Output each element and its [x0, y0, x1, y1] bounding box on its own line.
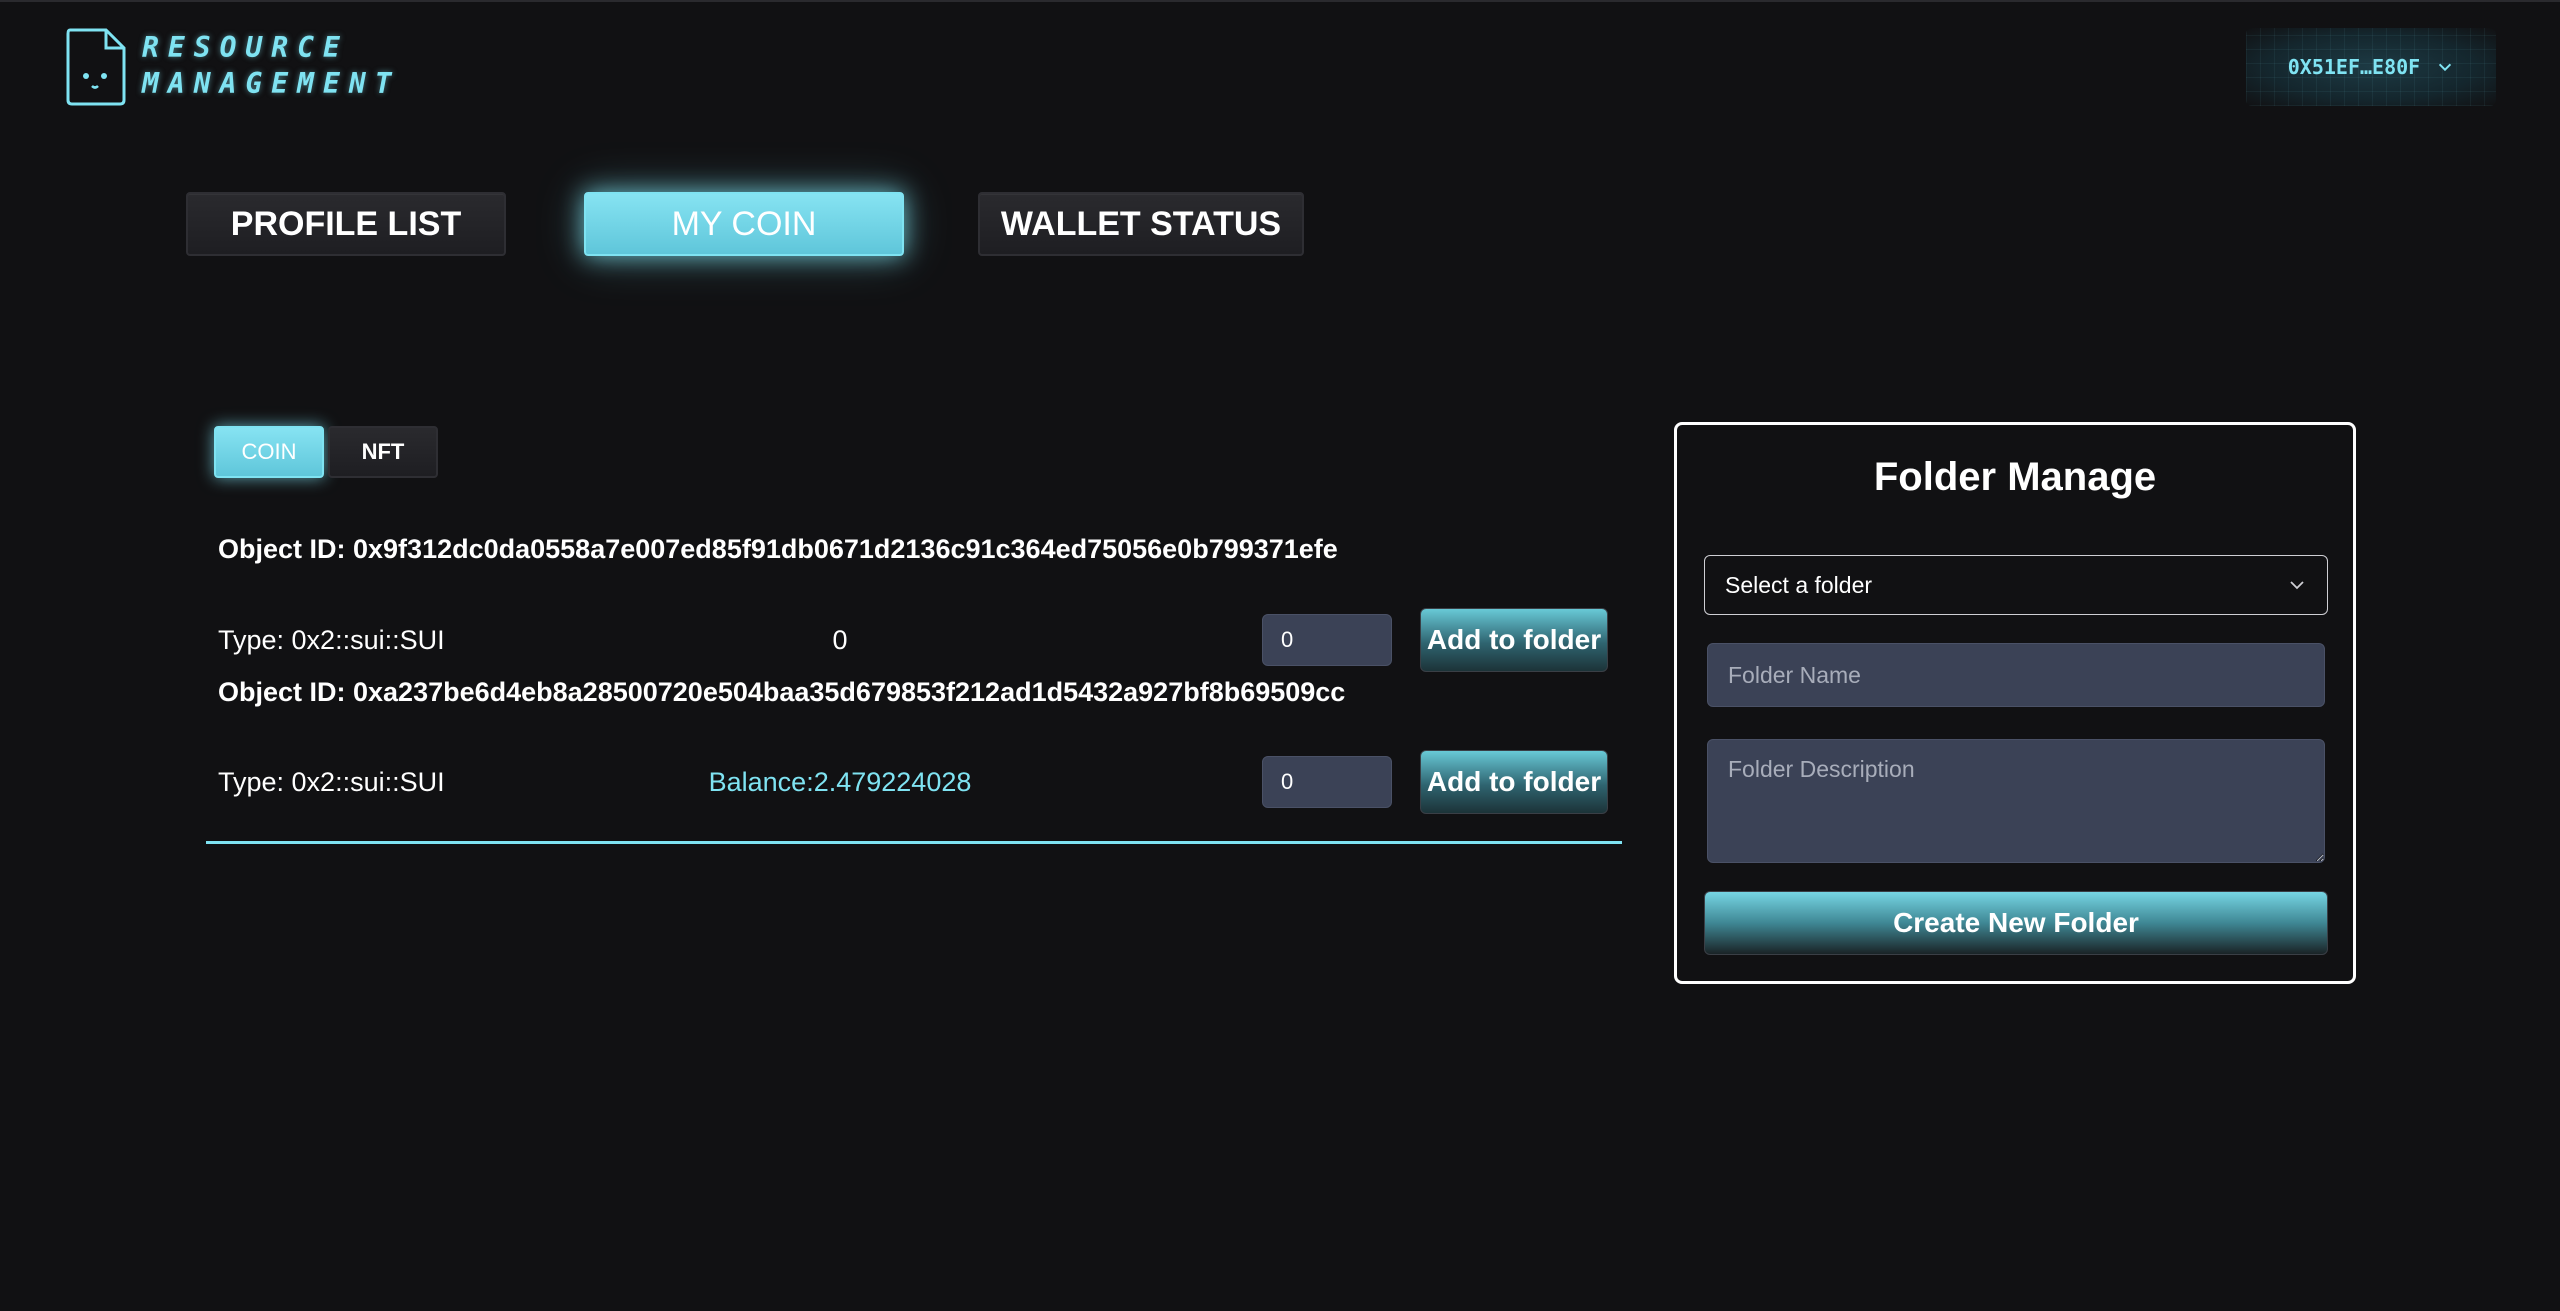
folder-description-input[interactable]: [1707, 739, 2325, 863]
add-to-folder-button[interactable]: Add to folder: [1420, 608, 1608, 672]
logo-text: RESOURCE MANAGEMENT: [142, 30, 401, 102]
wallet-address: 0X51EF…E80F: [2287, 55, 2421, 79]
coin-quantity-input[interactable]: [1262, 756, 1392, 808]
list-divider: [206, 841, 1622, 844]
document-face-icon: [66, 28, 126, 106]
folder-name-input[interactable]: [1707, 643, 2325, 707]
panel-title: Folder Manage: [1873, 455, 2157, 499]
coin-type: Type: 0x2::sui::SUI: [218, 767, 445, 797]
tab-wallet-status[interactable]: WALLET STATUS: [978, 192, 1304, 256]
coin-quantity-input[interactable]: [1262, 614, 1392, 666]
create-folder-button[interactable]: Create New Folder: [1704, 891, 2328, 955]
coin-object-id: Object ID: 0x9f312dc0da0558a7e007ed85f91…: [218, 534, 1338, 564]
coin-type: Type: 0x2::sui::SUI: [218, 625, 445, 655]
logo-line-2: MANAGEMENT: [142, 67, 401, 100]
logo-line-1: RESOURCE: [142, 31, 349, 64]
chevron-down-icon: [2439, 63, 2452, 72]
chevron-down-icon: [2290, 581, 2304, 590]
tab-profile-list[interactable]: PROFILE LIST: [186, 192, 506, 256]
folder-manage-panel: Folder Manage Select a folder Create New…: [1674, 422, 2356, 984]
folder-select[interactable]: Select a folder: [1704, 555, 2328, 615]
subtab-coin[interactable]: COIN: [214, 426, 324, 478]
coin-object-id: Object ID: 0xa237be6d4eb8a28500720e504ba…: [218, 677, 1346, 707]
folder-select-value: Select a folder: [1725, 571, 1873, 598]
coin-balance: Balance:2.479224028: [708, 767, 972, 797]
app-logo[interactable]: RESOURCE MANAGEMENT: [64, 26, 401, 106]
subtab-nft[interactable]: NFT: [328, 426, 438, 478]
tab-my-coin[interactable]: MY COIN: [584, 192, 904, 256]
coin-balance: 0: [832, 625, 848, 655]
add-to-folder-button[interactable]: Add to folder: [1420, 750, 1608, 814]
wallet-account-button[interactable]: 0X51EF…E80F: [2246, 28, 2496, 106]
